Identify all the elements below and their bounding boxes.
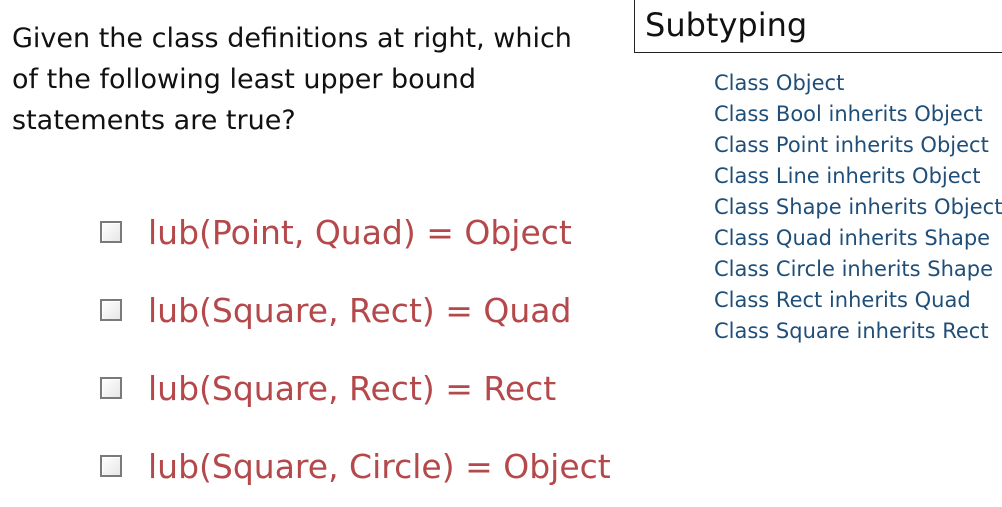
answer-options: lub(Point, Quad) = Object lub(Square, Re… — [100, 193, 611, 505]
class-definition: Class Line inherits Object — [714, 164, 981, 188]
question-text: Given the class definitions at right, wh… — [12, 23, 572, 136]
option-item[interactable]: lub(Square, Circle) = Object — [100, 427, 611, 505]
class-definition: Class Square inherits Rect — [714, 319, 989, 343]
checkbox-icon[interactable] — [100, 455, 122, 477]
option-item[interactable]: lub(Point, Quad) = Object — [100, 193, 611, 271]
class-definitions-list: Class Object Class Bool inherits Object … — [714, 68, 1002, 347]
option-item[interactable]: lub(Square, Rect) = Rect — [100, 349, 611, 427]
class-definition: Class Point inherits Object — [714, 133, 989, 157]
checkbox-icon[interactable] — [100, 377, 122, 399]
class-definition: Class Object — [714, 71, 845, 95]
class-definition: Class Circle inherits Shape — [714, 257, 994, 281]
option-label: lub(Square, Rect) = Quad — [148, 290, 572, 330]
class-definition: Class Shape inherits Object — [714, 195, 1002, 219]
class-definition: Class Bool inherits Object — [714, 102, 983, 126]
class-definition: Class Rect inherits Quad — [714, 288, 971, 312]
option-label: lub(Square, Rect) = Rect — [148, 368, 557, 408]
panel-title: Subtyping — [634, 0, 1002, 53]
class-definition: Class Quad inherits Shape — [714, 226, 991, 250]
checkbox-icon[interactable] — [100, 221, 122, 243]
checkbox-icon[interactable] — [100, 299, 122, 321]
option-label: lub(Square, Circle) = Object — [148, 446, 611, 486]
option-label: lub(Point, Quad) = Object — [148, 212, 572, 252]
option-item[interactable]: lub(Square, Rect) = Quad — [100, 271, 611, 349]
